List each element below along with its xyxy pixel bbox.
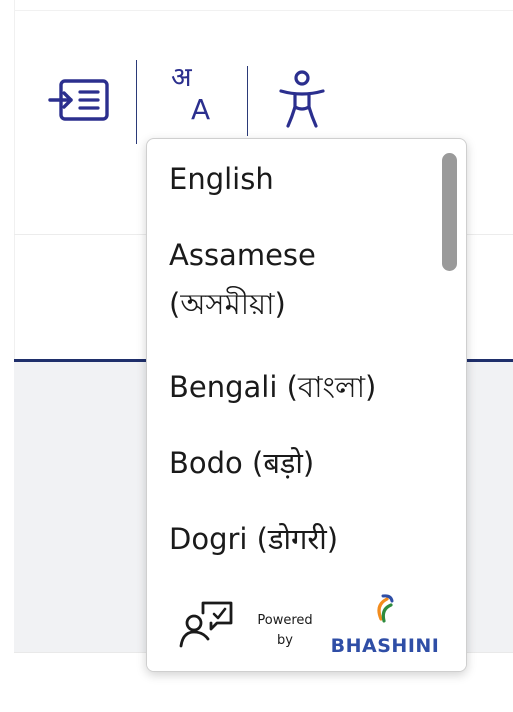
accessibility-icon — [279, 70, 325, 128]
dropdown-footer: Powered by BHASHINI — [147, 569, 466, 671]
language-button[interactable]: अ A — [160, 64, 230, 140]
bhashini-emblem-icon — [377, 594, 394, 623]
screen-reader-icon — [48, 79, 109, 121]
language-dropdown: English Assamese (অসমীয়া) Bengali (বাংল… — [146, 138, 467, 672]
language-option-bengali[interactable]: Bengali (বাংলা) — [169, 365, 426, 409]
language-option-assamese[interactable]: Assamese (অসমীয়া) — [169, 231, 426, 329]
accessibility-toolbar: अ A — [0, 0, 513, 150]
dropdown-scrollbar-thumb[interactable] — [442, 153, 457, 271]
feedback-icon — [179, 601, 233, 648]
toolbar-separator — [247, 66, 248, 136]
screen-reader-button[interactable] — [44, 70, 114, 130]
powered-by-text: Powered by — [257, 613, 313, 648]
feedback-button[interactable] — [177, 599, 235, 649]
translate-icon-hindi: अ — [171, 62, 192, 93]
language-option-bodo[interactable]: Bodo (बड़ो) — [169, 441, 426, 485]
translate-icon: अ A — [165, 62, 225, 142]
bhashini-logo[interactable]: BHASHINI — [329, 591, 441, 661]
language-list: English Assamese (অসমীয়া) Bengali (বাংল… — [147, 139, 466, 569]
accessibility-button[interactable] — [270, 66, 334, 134]
language-option-english[interactable]: English — [169, 157, 426, 201]
bhashini-wordmark: BHASHINI — [330, 635, 440, 657]
language-option-dogri[interactable]: Dogri (डोगरी) — [169, 517, 426, 561]
toolbar-separator — [136, 60, 137, 144]
translate-icon-latin: A — [191, 93, 211, 126]
